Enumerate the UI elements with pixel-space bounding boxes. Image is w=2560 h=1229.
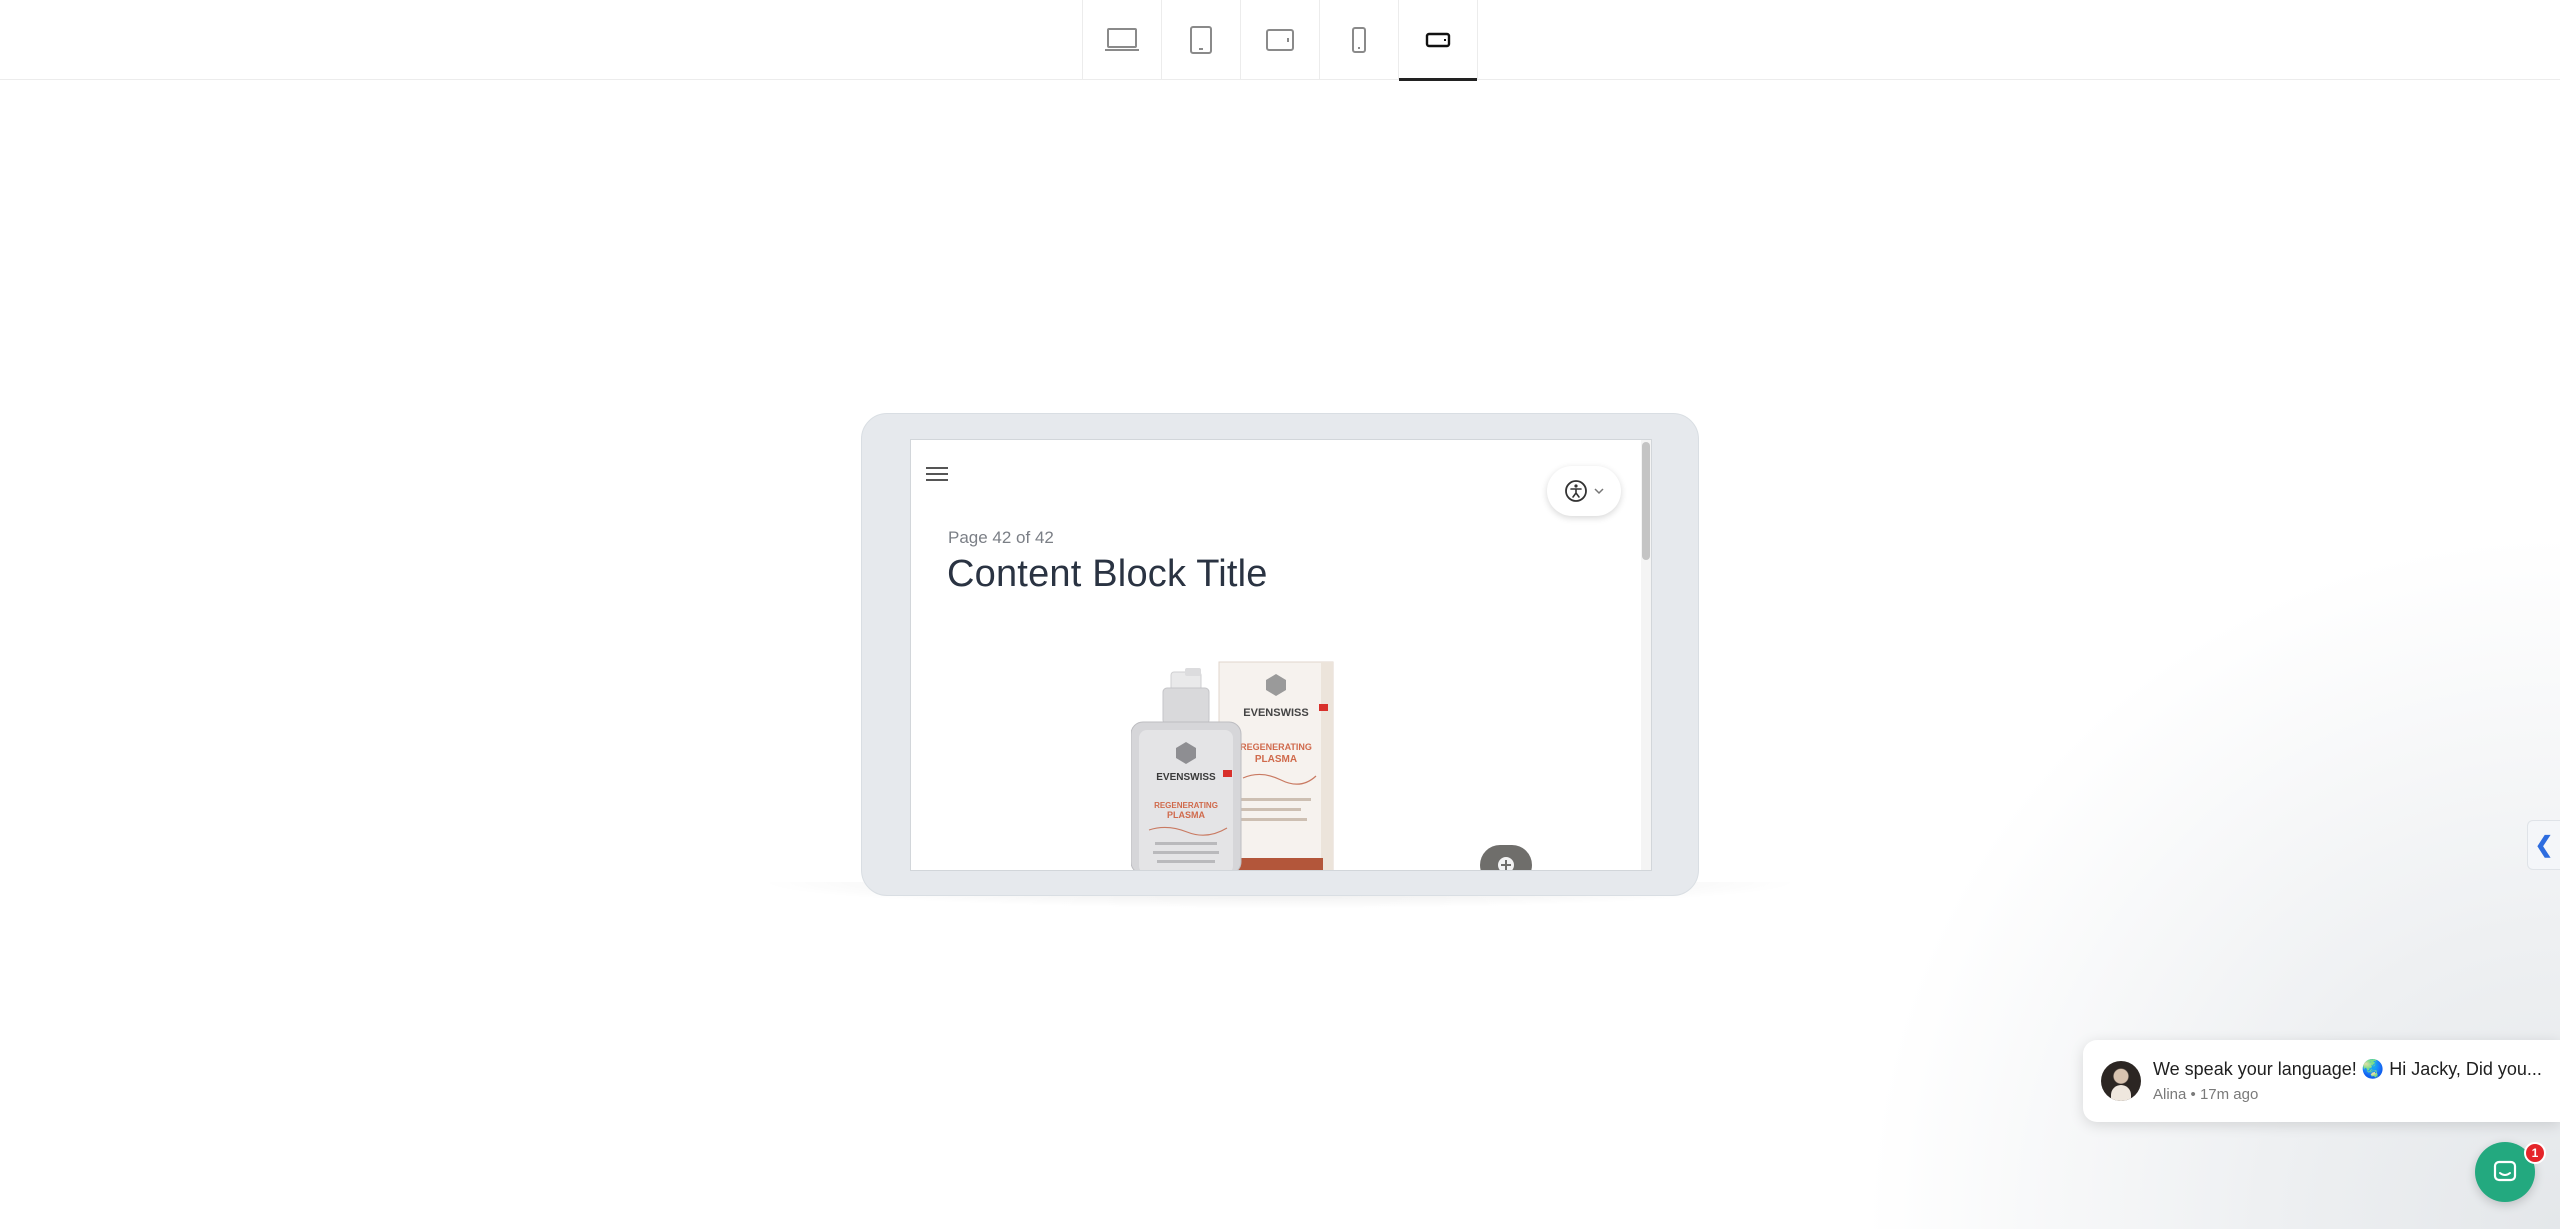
- preview-scrollbar[interactable]: [1641, 440, 1651, 870]
- menu-icon[interactable]: [926, 467, 948, 483]
- chevron-down-icon: [1594, 488, 1604, 495]
- phone-landscape-icon: [1425, 32, 1451, 48]
- device-tabs: [1082, 0, 1478, 81]
- background-gradient: [1860, 529, 2560, 1229]
- accessibility-button[interactable]: [1547, 466, 1621, 516]
- preview-screen: Page 42 of 42 Content Block Title EVENSW…: [910, 439, 1652, 871]
- svg-text:PLASMA: PLASMA: [1167, 810, 1206, 820]
- device-tab-tablet-landscape[interactable]: [1241, 0, 1320, 80]
- accessibility-icon: [1565, 480, 1587, 502]
- tablet-landscape-icon: [1266, 29, 1294, 51]
- side-panel-toggle[interactable]: ❮: [2527, 820, 2560, 870]
- svg-text:REGENERATING: REGENERATING: [1240, 742, 1312, 752]
- plus-icon: [1498, 857, 1514, 870]
- chat-notification[interactable]: We speak your language! 🌏 Hi Jacky, Did …: [2083, 1040, 2560, 1122]
- chat-message-preview: We speak your language! 🌏 Hi Jacky, Did …: [2153, 1059, 2542, 1079]
- product-image: EVENSWISS REGENERATING PLASMA EVENSWISS …: [1131, 661, 1334, 870]
- svg-text:EVENSWISS: EVENSWISS: [1156, 772, 1216, 783]
- svg-text:PLASMA: PLASMA: [1255, 754, 1297, 765]
- chevron-left-icon: ❮: [2534, 832, 2554, 857]
- add-block-button[interactable]: [1480, 845, 1532, 870]
- laptop-icon: [1105, 28, 1139, 51]
- page-counter: Page 42 of 42: [948, 528, 1054, 547]
- device-tab-desktop[interactable]: [1083, 0, 1162, 80]
- content-title: Content Block Title: [947, 553, 1268, 595]
- chat-message-meta: Alina • 17m ago: [2153, 1086, 2259, 1103]
- svg-text:REGENERATING: REGENERATING: [1154, 801, 1218, 810]
- device-tab-mobile-portrait[interactable]: [1320, 0, 1399, 80]
- device-tab-tablet-portrait[interactable]: [1162, 0, 1241, 80]
- phone-portrait-icon: [1352, 27, 1366, 53]
- chat-icon: [2493, 1160, 2517, 1182]
- tablet-portrait-icon: [1190, 26, 1212, 54]
- unread-badge: 1: [2524, 1142, 2546, 1164]
- device-toolbar: [0, 0, 2560, 81]
- svg-text:EVENSWISS: EVENSWISS: [1243, 707, 1308, 719]
- preview-scroll-thumb[interactable]: [1642, 442, 1650, 560]
- avatar: [2101, 1061, 2141, 1101]
- device-tab-mobile-landscape[interactable]: [1399, 0, 1478, 81]
